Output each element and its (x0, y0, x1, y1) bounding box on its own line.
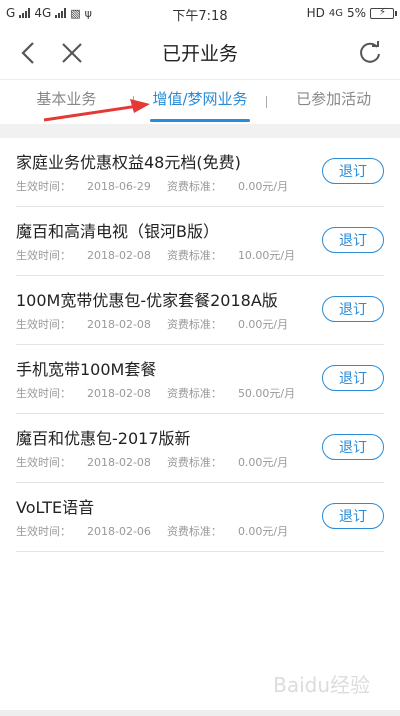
effective-label: 生效时间： (16, 180, 71, 193)
fee-value: 10.00元/月 (237, 249, 296, 262)
list-item: 100M宽带优惠包-优家套餐2018A版 生效时间： 2018-02-08 资费标准… (16, 276, 384, 345)
back-button[interactable] (6, 31, 50, 75)
bottom-strip (0, 710, 400, 716)
section-gap (0, 124, 400, 138)
effective-label: 生效时间： (16, 318, 71, 331)
unsubscribe-button[interactable]: 退订 (322, 296, 384, 322)
carrier-label: G (6, 6, 16, 20)
fee-value: 50.00元/月 (237, 387, 296, 400)
unsubscribe-button[interactable]: 退订 (322, 434, 384, 460)
fee-value: 0.00元/月 (237, 456, 289, 469)
unsubscribe-button[interactable]: 退订 (322, 158, 384, 184)
fee-label: 资费标准： (166, 387, 222, 400)
status-right: HD 4G 5% ⚡ (306, 6, 397, 20)
list-item: 手机宽带100M套餐 生效时间： 2018-02-08 资费标准： 50.00元/月 … (16, 345, 384, 414)
effective-label: 生效时间： (16, 456, 71, 469)
effective-date: 2018-02-08 (87, 318, 151, 331)
annotation-arrow-icon (43, 99, 150, 122)
effective-date: 2018-06-29 (87, 180, 151, 193)
signal-icon-2 (55, 8, 67, 18)
image-icon: ▧ (70, 6, 81, 20)
signal-icon (19, 8, 31, 18)
fee-label: 资费标准： (166, 525, 222, 538)
unsubscribe-button[interactable]: 退订 (322, 503, 384, 529)
status-left: G 4G ▧ ψ (6, 6, 92, 20)
refresh-icon (360, 40, 380, 63)
status-bar: G 4G ▧ ψ 下午7:18 HD 4G 5% ⚡ (0, 0, 400, 26)
list-item: VoLTE语音 生效时间： 2018-02-06 资费标准： 0.00元/月 退订 (16, 483, 384, 552)
close-button[interactable] (50, 31, 94, 75)
effective-date: 2018-02-08 (87, 249, 151, 262)
effective-date: 2018-02-08 (87, 387, 151, 400)
list-item: 家庭业务优惠权益48元档(免费) 生效时间： 2018-06-29 资费标准： 0.0… (16, 138, 384, 207)
refresh-button[interactable] (348, 31, 392, 75)
fee-value: 0.00元/月 (237, 318, 289, 331)
effective-date: 2018-02-08 (87, 456, 151, 469)
fee-label: 资费标准： (166, 249, 222, 262)
effective-label: 生效时间： (16, 525, 71, 538)
unsubscribe-button[interactable]: 退订 (322, 365, 384, 391)
service-list: 家庭业务优惠权益48元档(免费) 生效时间： 2018-06-29 资费标准： 0.0… (0, 138, 400, 552)
list-item: 魔百和高清电视（银河B版） 生效时间： 2018-02-08 资费标准： 10.00元… (16, 207, 384, 276)
watermark: Baidu经验 (273, 673, 370, 697)
net-label: 4G (328, 7, 343, 19)
battery-icon: ⚡ (370, 7, 397, 19)
title-bar: 已开业务 (0, 26, 400, 80)
hd-label: HD (306, 6, 325, 20)
battery-percent: 5% (346, 6, 366, 20)
fee-value: 0.00元/月 (237, 525, 289, 538)
unsubscribe-button[interactable]: 退订 (322, 227, 384, 253)
fee-label: 资费标准： (166, 318, 222, 331)
list-item: 魔百和优惠包-2017版新 生效时间： 2018-02-08 资费标准： 0.00元/… (16, 414, 384, 483)
effective-label: 生效时间： (16, 387, 71, 400)
effective-date: 2018-02-06 (87, 525, 151, 538)
fee-label: 资费标准： (166, 180, 222, 193)
fee-label: 资费标准： (166, 456, 222, 469)
usb-icon: ψ (84, 6, 92, 20)
tab-activities[interactable]: 已参加活动 (267, 80, 400, 124)
back-arrow-icon (21, 41, 34, 64)
effective-label: 生效时间： (16, 249, 71, 262)
network-4g-label: 4G (34, 6, 52, 20)
close-icon (62, 42, 82, 63)
fee-value: 0.00元/月 (237, 180, 289, 193)
